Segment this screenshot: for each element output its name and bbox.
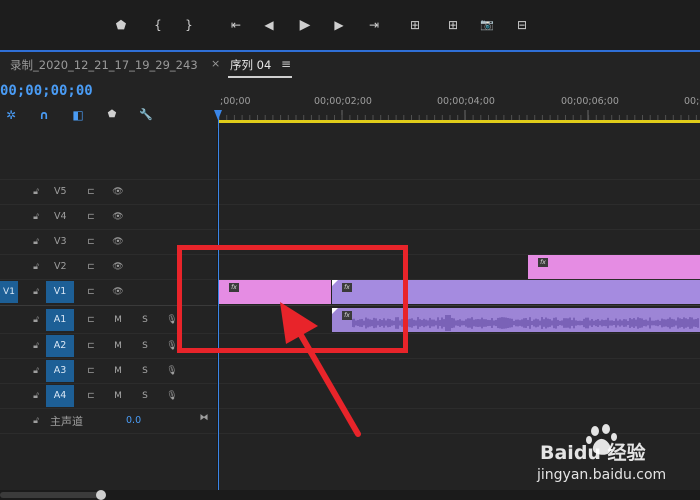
track-name[interactable]: V5 (54, 186, 67, 197)
zoom-handle[interactable] (96, 490, 106, 500)
master-volume-value[interactable]: 0.0 (126, 415, 141, 426)
solo-button[interactable]: S (140, 365, 150, 377)
program-toolbar: ⬟ { } ⇤ ◀ ▶ ▶ ⇥ ⊞ ⊞ 📷 ⊟ (0, 0, 700, 50)
add-edit-icon[interactable]: ◧ (70, 107, 86, 123)
lock-icon[interactable]: 🔓︎ (31, 212, 41, 222)
microphone-icon[interactable]: 🎙︎ (166, 365, 178, 377)
extract-icon[interactable]: ⊞ (445, 17, 461, 33)
settings-wrench-icon[interactable]: 🔧 (138, 107, 154, 123)
mark-in-icon[interactable]: { (150, 17, 166, 33)
scrollbar-thumb[interactable] (0, 492, 104, 498)
solo-button[interactable]: S (140, 340, 150, 352)
eye-icon[interactable]: 👁︎ (112, 236, 124, 248)
track-header-master: 🔓︎ 主声道 0.0 ⧓ (0, 409, 217, 433)
track-header-v5: 🔓︎ V5 ⊏ 👁︎ (0, 180, 217, 204)
sync-lock-icon[interactable]: ⊏ (85, 340, 97, 352)
mute-button[interactable]: M (113, 365, 123, 377)
track-target-a1[interactable]: A1 (46, 309, 74, 331)
panel-menu-icon[interactable]: ≡ (281, 57, 291, 71)
tab-recording[interactable]: 录制_2020_12_21_17_19_29_243 (10, 57, 198, 73)
watermark-brand: Baidu 经验 (540, 442, 646, 464)
sync-lock-icon[interactable]: ⊏ (85, 365, 97, 377)
sync-lock-icon[interactable]: ⊏ (85, 236, 97, 248)
track-target-a3[interactable]: A3 (46, 360, 74, 382)
sync-lock-icon[interactable]: ⊏ (85, 186, 97, 198)
lift-icon[interactable]: ⊞ (407, 17, 423, 33)
track-name[interactable]: V2 (54, 261, 67, 272)
lock-icon[interactable]: 🔓︎ (31, 187, 41, 197)
track-target-v1[interactable]: V1 (46, 281, 74, 303)
fx-badge[interactable]: fx (538, 258, 548, 267)
mute-button[interactable]: M (113, 390, 123, 402)
tab-sequence[interactable]: 序列 04 (230, 57, 271, 73)
playhead-handle[interactable] (214, 110, 222, 120)
playhead-timecode[interactable]: 00;00;00;00 (0, 83, 93, 99)
lock-icon[interactable]: 🔓︎ (31, 315, 41, 325)
track-target-a2[interactable]: A2 (46, 335, 74, 357)
linked-selection-icon[interactable]: ∩ (36, 107, 52, 123)
go-to-out-icon[interactable]: ⇥ (366, 17, 382, 33)
mute-button[interactable]: M (113, 340, 123, 352)
play-icon[interactable]: ▶ (297, 17, 313, 33)
sync-lock-icon[interactable]: ⊏ (85, 286, 97, 298)
lock-icon[interactable]: 🔓︎ (31, 341, 41, 351)
track-header-v4: 🔓︎ V4 ⊏ 👁︎ (0, 205, 217, 229)
clip-v2[interactable]: fx (528, 255, 700, 279)
snap-icon[interactable]: ✲ (3, 107, 19, 123)
lock-icon[interactable]: 🔓︎ (31, 366, 41, 376)
sync-lock-icon[interactable]: ⊏ (85, 261, 97, 273)
source-patch-v1[interactable]: V1 (0, 281, 18, 303)
step-forward-icon[interactable]: ▶ (331, 17, 347, 33)
annotation-arrow (280, 302, 361, 437)
lock-icon[interactable]: 🔓︎ (31, 416, 41, 426)
eye-icon[interactable]: 👁︎ (112, 211, 124, 223)
sync-lock-icon[interactable]: ⊏ (85, 314, 97, 326)
lock-icon[interactable]: 🔓︎ (31, 391, 41, 401)
ruler-label: 00;00;04;00 (437, 96, 495, 107)
ruler-label: 00;00;02;00 (314, 96, 372, 107)
tab-close-icon[interactable]: × (211, 57, 220, 70)
track-name[interactable]: V4 (54, 211, 67, 222)
sync-lock-icon[interactable]: ⊏ (85, 211, 97, 223)
export-frame-icon[interactable]: 📷 (479, 17, 495, 33)
solo-button[interactable]: S (140, 314, 150, 326)
track-target-a4[interactable]: A4 (46, 385, 74, 407)
watermark-url: jingyan.baidu.com (537, 467, 667, 483)
eye-icon[interactable]: 👁︎ (112, 186, 124, 198)
sync-lock-icon[interactable]: ⊏ (85, 390, 97, 402)
track-header-a4: 🔓︎ A4 ⊏ M S 🎙︎ (0, 384, 217, 408)
marker-icon[interactable]: ⬟ (104, 107, 120, 123)
ruler-label: 00;0 (684, 96, 700, 107)
go-to-in-icon[interactable]: ⇤ (228, 17, 244, 33)
lock-icon[interactable]: 🔓︎ (31, 287, 41, 297)
active-tab-indicator (228, 76, 292, 78)
mute-button[interactable]: M (113, 314, 123, 326)
eye-icon[interactable]: 👁︎ (112, 286, 124, 298)
lock-icon[interactable]: 🔓︎ (31, 262, 41, 272)
insert-icon[interactable]: ⊟ (514, 17, 530, 33)
ruler-label: ;00;00 (220, 96, 251, 107)
go-to-in-out-icon[interactable]: ⧓ (198, 412, 210, 424)
mark-out-icon[interactable]: } (181, 17, 197, 33)
track-name[interactable]: V3 (54, 236, 67, 247)
step-back-icon[interactable]: ◀ (261, 17, 277, 33)
work-area-bar[interactable] (218, 120, 700, 123)
add-marker-icon[interactable]: ⬟ (113, 17, 129, 33)
ruler-label: 00;00;06;00 (561, 96, 619, 107)
lock-icon[interactable]: 🔓︎ (31, 237, 41, 247)
solo-button[interactable]: S (140, 390, 150, 402)
microphone-icon[interactable]: 🎙︎ (166, 390, 178, 402)
track-header-a3: 🔓︎ A3 ⊏ M S 🎙︎ (0, 359, 217, 383)
eye-icon[interactable]: 👁︎ (112, 261, 124, 273)
master-track-label: 主声道 (50, 415, 83, 428)
